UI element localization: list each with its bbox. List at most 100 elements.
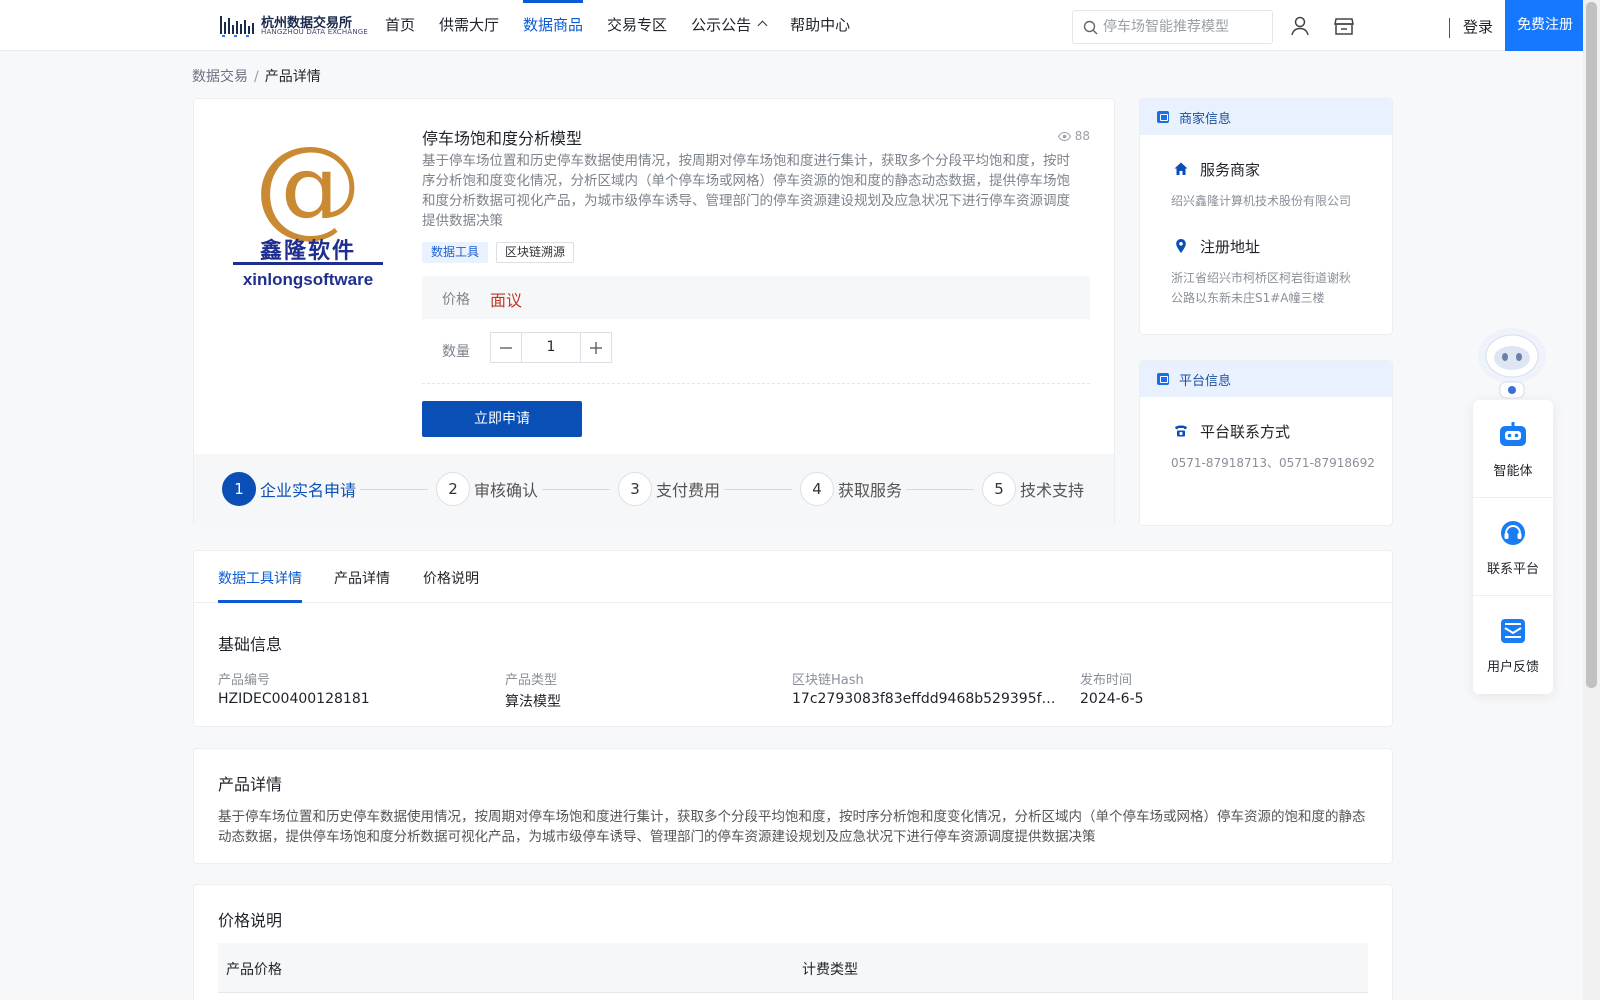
float-feedback-label: 用户反馈 [1486, 660, 1539, 675]
field-value-product-code: HZIDEC00400128181 [218, 691, 370, 707]
step-5-label: 技术支持 [1020, 481, 1085, 500]
float-contact[interactable]: 联系平台 [1473, 498, 1553, 596]
apply-button[interactable]: 立即申请 [422, 401, 582, 437]
merchant-info-card: 商家信息 服务商家 绍兴鑫隆计算机技术股份有限公司 注册地址 浙江省绍兴市柯桥区… [1139, 98, 1393, 335]
tab-data-tool-detail[interactable]: 数据工具详情 [218, 568, 302, 588]
nav-announcements[interactable]: 公示公告 [691, 0, 768, 51]
headset-icon [1501, 521, 1525, 545]
step-5-number: 5 [982, 472, 1016, 506]
product-detail-title: 产品详情 [218, 775, 283, 794]
breadcrumb-current: 产品详情 [264, 69, 321, 85]
step-connector [724, 489, 792, 490]
product-logo-cn: 鑫隆软件 [259, 238, 356, 264]
product-description: 基于停车场位置和历史停车数据使用情况，按周期对停车场饱和度进行集计，获取多个分段… [422, 153, 1070, 229]
search-icon [1083, 20, 1098, 35]
detail-tabs-card: 数据工具详情 产品详情 价格说明 基础信息 产品编号 HZIDEC0040012… [193, 550, 1393, 727]
column-header-product-price: 产品价格 [226, 962, 282, 978]
field-label-publish-date: 发布时间 [1080, 673, 1133, 688]
quantity-label: 数量 [442, 344, 470, 360]
minus-icon [500, 346, 512, 349]
step-1-number: 1 [222, 472, 256, 506]
phone-icon [1175, 425, 1187, 437]
site-logo[interactable]: 杭州数据交易所 HANGZHOU DATA EXCHANGE [220, 10, 368, 40]
quantity-stepper: 1 [490, 332, 612, 363]
eye-icon [1057, 131, 1071, 141]
search-input[interactable] [1103, 17, 1263, 37]
service-merchant-value: 绍兴鑫隆计算机技术股份有限公司 [1171, 194, 1352, 208]
detail-tabs: 数据工具详情 产品详情 价格说明 [194, 551, 1392, 603]
active-tab-indicator [218, 600, 302, 603]
chevron-up-icon [757, 20, 768, 31]
tag-data-tool: 数据工具 [422, 242, 489, 263]
price-description-title: 价格说明 [218, 911, 283, 930]
header-divider [1449, 18, 1450, 38]
price-table-header: 产品价格 计费类型 [218, 943, 1368, 993]
breadcrumb: 数据交易 / 产品详情 [192, 66, 321, 86]
nav-home[interactable]: 首页 [385, 0, 415, 51]
logo-bars-icon [220, 16, 254, 37]
process-steps: 1 企业实名申请 2 审核确认 3 支付费用 4 获取服务 5 技术支持 [194, 454, 1114, 526]
merchant-info-title: 商家信息 [1179, 112, 1232, 127]
product-detail-card: 产品详情 基于停车场位置和历史停车数据使用情况，按周期对停车场饱和度进行集计，获… [193, 748, 1393, 864]
nav-help[interactable]: 帮助中心 [790, 0, 850, 51]
tab-product-detail[interactable]: 产品详情 [334, 568, 390, 588]
product-tags: 数据工具 区块链溯源 [422, 242, 582, 263]
step-2-label: 审核确认 [474, 481, 539, 500]
step-connector [360, 489, 428, 490]
field-value-product-type: 算法模型 [505, 694, 561, 710]
search-box[interactable] [1072, 10, 1273, 44]
scrollbar-thumb[interactable] [1586, 2, 1597, 688]
breadcrumb-parent[interactable]: 数据交易 [192, 69, 248, 85]
product-logo: @ 鑫隆软件 xinlongsoftware [232, 124, 384, 295]
top-header: 杭州数据交易所 HANGZHOU DATA EXCHANGE 首页 供需大厅 数… [0, 0, 1585, 51]
plus-icon [590, 341, 602, 354]
registered-address-value: 浙江省绍兴市柯桥区柯岩街道谢秋公路以东新未庄S1#A幢三楼 [1171, 271, 1352, 305]
platform-contact-value: 0571-87918713、0571-87918692 [1171, 456, 1375, 470]
location-pin-icon [1176, 239, 1186, 253]
breadcrumb-separator: / [254, 69, 259, 85]
step-4-number: 4 [800, 472, 834, 506]
basic-info-title: 基础信息 [218, 635, 283, 654]
price-description-card: 价格说明 产品价格 计费类型 [193, 884, 1393, 1000]
merchant-info-header: 商家信息 [1140, 99, 1392, 135]
nav-trading-zone[interactable]: 交易专区 [607, 0, 667, 51]
bot-icon [1500, 422, 1526, 446]
dashed-divider [422, 383, 1090, 384]
step-1-label: 企业实名申请 [260, 481, 357, 500]
tab-price-description[interactable]: 价格说明 [423, 568, 479, 588]
step-connector [542, 489, 610, 490]
register-button[interactable]: 免费注册 [1505, 0, 1585, 51]
platform-info-header: 平台信息 [1140, 361, 1392, 397]
main-nav: 首页 供需大厅 数据商品 交易专区 公示公告 帮助中心 [385, 0, 874, 51]
nav-supply-demand[interactable]: 供需大厅 [439, 0, 499, 51]
product-title: 停车场饱和度分析模型 [422, 129, 583, 148]
floating-panel: 智能体 联系平台 用户反馈 [1473, 400, 1553, 694]
platform-contact-title: 平台联系方式 [1200, 423, 1291, 441]
column-header-billing-type: 计费类型 [802, 962, 858, 978]
plus-button[interactable] [581, 333, 611, 362]
user-icon[interactable] [1289, 15, 1311, 37]
price-box: 价格 面议 [422, 276, 1090, 319]
float-agent[interactable]: 智能体 [1473, 400, 1553, 498]
minus-button[interactable] [491, 333, 521, 362]
home-icon [1174, 162, 1188, 175]
field-value-publish-date: 2024-6-5 [1080, 691, 1144, 707]
float-feedback[interactable]: 用户反馈 [1473, 596, 1553, 694]
field-value-blockchain-hash: 17c2793083f83effdd9468b529395f5d0a2... [792, 691, 1064, 707]
login-link[interactable]: 登录 [1463, 16, 1493, 37]
platform-info-card: 平台信息 平台联系方式 0571-87918713、0571-87918692 [1139, 360, 1393, 526]
nav-data-products[interactable]: 数据商品 [523, 0, 584, 51]
platform-info-icon [1157, 373, 1169, 385]
field-label-product-type: 产品类型 [505, 673, 558, 688]
quantity-value[interactable]: 1 [521, 333, 581, 362]
step-2: 2 审核确认 [436, 472, 538, 506]
view-count-value: 88 [1074, 129, 1090, 143]
store-icon[interactable] [1333, 15, 1355, 37]
platform-info-title: 平台信息 [1179, 374, 1232, 389]
nav-announcements-label: 公示公告 [691, 16, 752, 34]
step-1: 1 企业实名申请 [222, 472, 356, 506]
product-detail-text: 基于停车场位置和历史停车数据使用情况，按周期对停车场饱和度进行集计，获取多个分段… [218, 809, 1366, 845]
step-4-label: 获取服务 [838, 481, 903, 500]
price-label: 价格 [442, 292, 470, 308]
assistant-robot-icon[interactable] [1472, 322, 1552, 402]
